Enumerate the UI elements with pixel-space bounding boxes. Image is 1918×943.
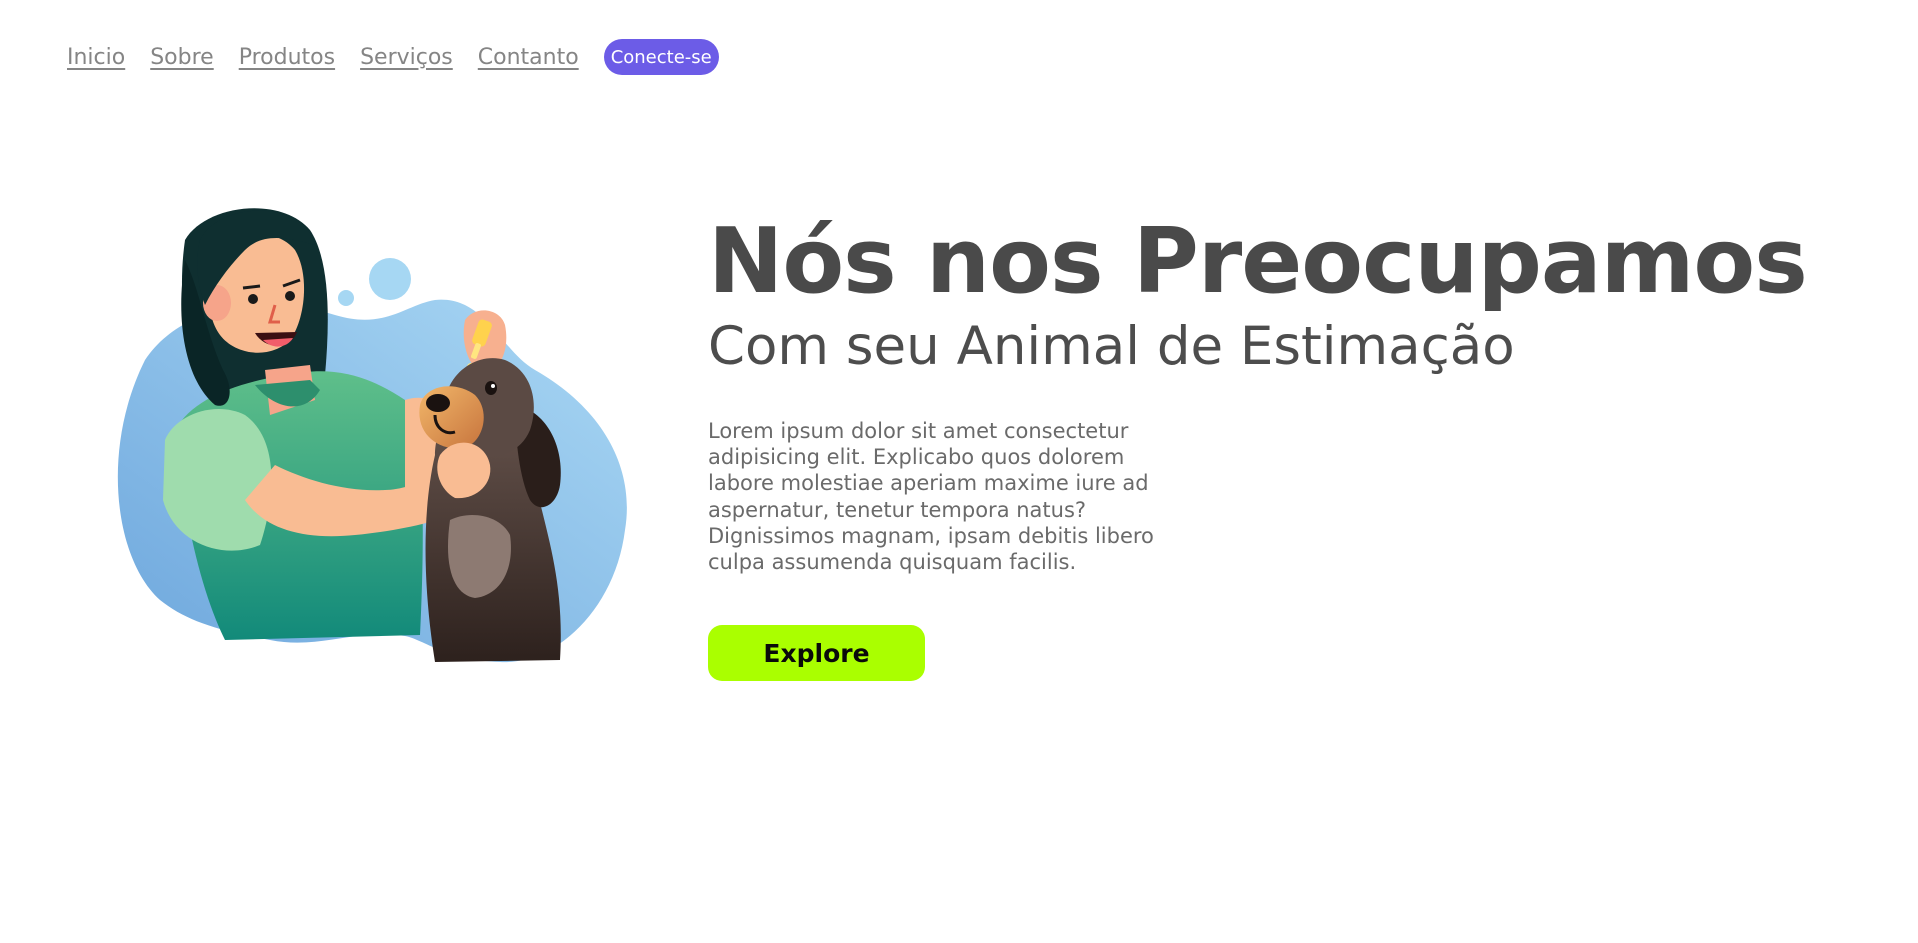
page: Inicio Sobre Produtos Serviços Contanto … [0, 0, 1918, 943]
hero-section: Nós nos Preocupamos Com seu Animal de Es… [708, 208, 1858, 575]
nav-link-produtos[interactable]: Produtos [239, 45, 335, 70]
connect-button[interactable]: Conecte-se [603, 39, 719, 75]
hero-description: Lorem ipsum dolor sit amet consectetur a… [708, 419, 1154, 575]
vet-illustration [105, 200, 640, 670]
hero-title: Nós nos Preocupamos [708, 209, 1808, 314]
explore-button[interactable]: Explore [708, 625, 925, 681]
nav-link-servicos[interactable]: Serviços [360, 45, 453, 70]
nav-link-inicio[interactable]: Inicio [67, 45, 125, 70]
nav-link-contanto[interactable]: Contanto [478, 45, 579, 70]
vet-woman-with-dog-illustration [117, 208, 627, 663]
hero-subtitle: Com seu Animal de Estimação [708, 316, 1515, 377]
nav-link-sobre[interactable]: Sobre [150, 45, 214, 70]
top-nav: Inicio Sobre Produtos Serviços Contanto … [67, 39, 719, 75]
